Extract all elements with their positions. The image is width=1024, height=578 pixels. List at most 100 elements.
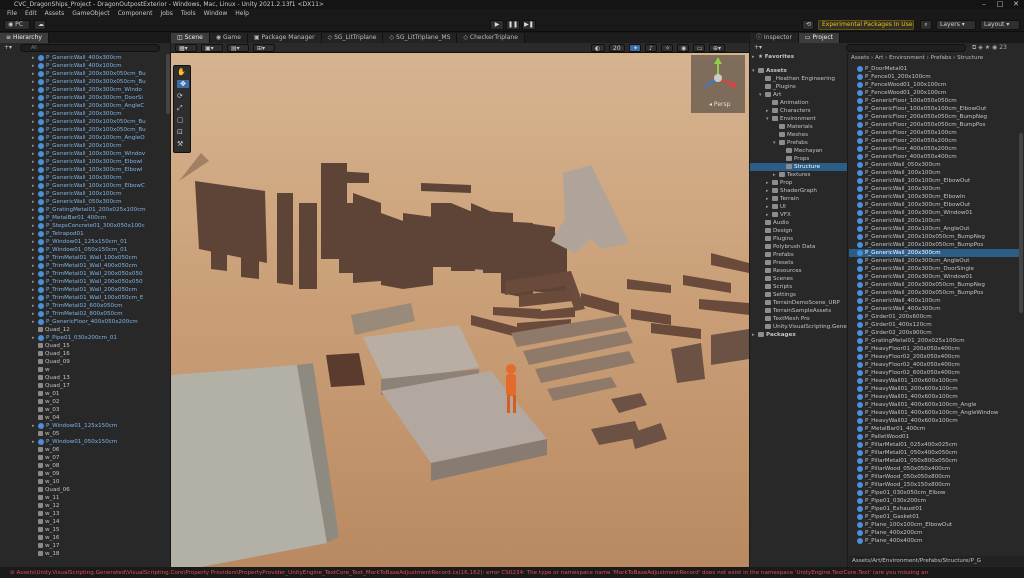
asset-item[interactable]: P_GenericWall_050x300cm [849,161,1019,169]
asset-item[interactable]: P_GenericWall_100x300cm_ElbowIn [849,193,1019,201]
menu-file[interactable]: File [3,9,21,18]
hierarchy-item[interactable]: ▸ P_GenericWall_200x100cm [0,142,166,150]
folder-tree-item[interactable]: ▸ UI [750,203,847,211]
gizmo-tools-dropdown[interactable]: ▣▾ [201,44,223,52]
orientation-gizmo[interactable]: ◂ Persp [691,55,745,113]
asset-item[interactable]: P_PillarMetal01_025x400x025cm [849,441,1019,449]
asset-item[interactable]: P_FenceWood01_200x100cm [849,89,1019,97]
hierarchy-item[interactable]: ▸ P_GenericWall_200x300cm_AngleC [0,102,166,110]
snap-dropdown[interactable]: ⊞▾ [253,44,275,52]
minimize-button[interactable]: – [976,0,992,9]
hierarchy-item[interactable]: w_08 [0,462,166,470]
hierarchy-item[interactable]: ▸ P_Window01_125x150cm [0,422,166,430]
hierarchy-item[interactable]: ▸ P_GenericWall_200x100x050cm_Bu [0,126,166,134]
asset-item[interactable]: P_DoorMetal01 [849,65,1019,73]
grid-snap-dropdown[interactable]: ▤▾ [227,44,249,52]
hierarchy-item[interactable]: ▸ P_GenericWall_200x300cm_DoorSi [0,94,166,102]
folder-tree-item[interactable]: Settings [750,291,847,299]
audio-toggle[interactable]: ♪ [645,44,657,52]
filter-icons[interactable]: ⧉ ◈ ★ ◉ 23 [972,44,1007,52]
play-button[interactable]: ▶ [490,20,504,30]
project-scrollbar[interactable] [1019,133,1023,313]
hierarchy-item[interactable]: ▸ P_Window01_050x150cm_01 [0,246,166,254]
menu-window[interactable]: Window [200,9,232,18]
asset-item[interactable]: P_MetalBar01_400cm [849,425,1019,433]
hierarchy-item[interactable]: ▸ P_GenericWall_400x300cm [0,54,166,62]
effects-toggle[interactable]: ✧ [661,44,673,52]
hierarchy-item[interactable]: ▸ P_TrimMetal01_Wall_200x050x050 [0,270,166,278]
hierarchy-item[interactable]: w [0,366,166,374]
hierarchy-item[interactable]: ▸ P_GenericWall_100x100cm [0,190,166,198]
draw-mode-dropdown[interactable]: ▦▾ [175,44,197,52]
folder-tree-item[interactable]: Scenes [750,275,847,283]
hierarchy-item[interactable]: w_03 [0,406,166,414]
tab-inspector[interactable]: ⓘ Inspector [750,33,799,43]
asset-item[interactable]: P_HeavyWall02_400x600x100cm [849,417,1019,425]
hierarchy-item[interactable]: ▸ P_MetalBar01_400cm [0,214,166,222]
hierarchy-item[interactable]: ▸ P_Window01_125x150cm_01 [0,238,166,246]
folder-tree-item[interactable]: _Plugins [750,83,847,91]
favorites-header[interactable]: ▸ ★ Favorites [750,53,794,61]
asset-item[interactable]: P_Girder01_200x600cm [849,313,1019,321]
pause-button[interactable]: ❚❚ [506,20,520,30]
search-button[interactable]: ⌕ [920,20,932,30]
asset-item[interactable]: P_Girder02_200x900cm [849,329,1019,337]
asset-item[interactable]: P_GenericFloor_200x050x050cm_BumpNeg [849,113,1019,121]
perspective-label[interactable]: ◂ Persp [709,101,730,108]
hierarchy-item[interactable]: w_12 [0,502,166,510]
layers-dropdown[interactable]: Layers ▾ [936,20,976,30]
folder-tree-item[interactable]: ▸ VFX [750,211,847,219]
add-object-button[interactable]: +▾ [4,44,16,52]
asset-item[interactable]: P_HeavyWall01_100x600x100cm [849,377,1019,385]
asset-item[interactable]: P_GenericWall_200x300cm_AngleOut [849,257,1019,265]
asset-item[interactable]: P_GenericWall_100x100cm_ElbowOut [849,177,1019,185]
asset-item[interactable]: P_Pipe01_Exhaust01 [849,505,1019,513]
hierarchy-item[interactable]: Quad_09 [0,358,166,366]
asset-item[interactable]: P_PillarWood_050x050x400cm [849,465,1019,473]
hierarchy-item[interactable]: ▸ P_GenericWall_200x300cm_Windo [0,86,166,94]
hierarchy-item[interactable]: ▸ P_GratingMetal01_200x025x100cm [0,206,166,214]
create-asset-button[interactable]: +▾ [754,44,762,51]
hierarchy-item[interactable]: Quad_06 [0,486,166,494]
folder-tree-item[interactable]: Props [750,155,847,163]
hierarchy-item[interactable]: w_16 [0,534,166,542]
asset-item[interactable]: P_GenericFloor_200x050x100cm [849,129,1019,137]
hierarchy-item[interactable]: Quad_12 [0,326,166,334]
hierarchy-item[interactable]: ▸ P_TrimMetal01_Wall_100x050cm [0,254,166,262]
account-dropdown[interactable]: ◉ PC [4,20,30,30]
asset-item[interactable]: P_PillarMetal01_050x800x050cm [849,457,1019,465]
asset-item[interactable]: P_Plane_100x100cm_ElbowOut [849,521,1019,529]
hierarchy-item[interactable]: ▸ P_GenericWall_200x100cm_AngleO [0,134,166,142]
hierarchy-item[interactable]: w_10 [0,478,166,486]
asset-item[interactable]: P_Girder01_400x120cm [849,321,1019,329]
folder-tree-item[interactable]: ▾ Environment [750,115,847,123]
camera-dropdown[interactable]: ▭ [693,44,705,52]
folder-tree-item[interactable]: ▸ ShaderGraph [750,187,847,195]
cloud-button[interactable]: ☁ [34,20,46,30]
folder-tree-item[interactable]: Resources [750,267,847,275]
asset-item[interactable]: P_HeavyWall01_400x600x100cm [849,393,1019,401]
grid-size-field[interactable]: 20 [609,44,625,52]
asset-item[interactable]: P_GenericWall_200x100x050cm_BumpNeg [849,233,1019,241]
hierarchy-item[interactable]: w_09 [0,470,166,478]
console-status-bar[interactable]: ⊘ Assets\Unity.VisualScripting.Generated… [0,568,1024,578]
menu-assets[interactable]: Assets [41,9,69,18]
asset-item[interactable]: P_GenericWall_200x100cm [849,217,1019,225]
asset-item[interactable]: P_PillarWood_150x150x800cm [849,481,1019,489]
tab-checkertriplane[interactable]: ◇ CheckerTriplane [457,33,525,43]
folder-tree-item[interactable]: ▸ Packages [750,331,847,339]
tab-project[interactable]: ▭ Project [798,33,841,43]
step-button[interactable]: ▶❚ [522,20,536,30]
folder-tree-item[interactable]: Structure [750,163,847,171]
lighting-toggle[interactable]: ✦ [629,44,641,52]
hierarchy-item[interactable]: w_13 [0,510,166,518]
folder-tree-item[interactable]: Unity.VisualScripting.Gene [750,323,847,331]
hierarchy-item[interactable]: ▸ P_GenericWall_100x100cm_ElbowC [0,182,166,190]
hierarchy-item[interactable]: w_07 [0,454,166,462]
asset-item[interactable]: P_GenericWall_100x300cm_ElbowOut [849,201,1019,209]
tab-game[interactable]: ◉ Game [209,33,248,43]
hierarchy-item[interactable]: w_14 [0,518,166,526]
history-button[interactable]: ⟲ [802,20,814,30]
asset-item[interactable]: P_PillarWood_050x050x800cm [849,473,1019,481]
hierarchy-item[interactable]: w_04 [0,414,166,422]
